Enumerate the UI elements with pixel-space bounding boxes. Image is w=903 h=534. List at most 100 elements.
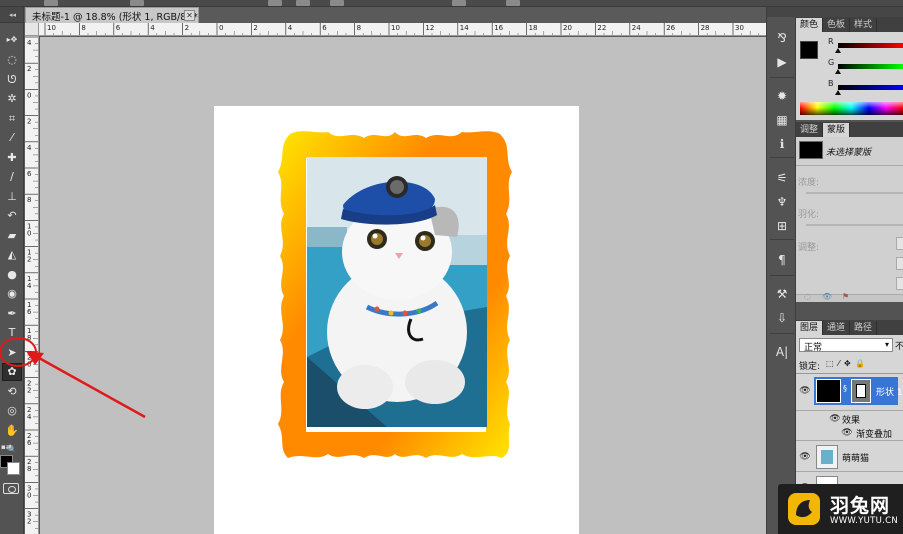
clone-stamp-tool[interactable]: ⊥: [2, 187, 22, 205]
color-tab-0[interactable]: 颜色: [796, 18, 824, 32]
options-bar-button[interactable]: [44, 0, 58, 6]
lock-icons[interactable]: ⬚ ⁄ ✥ 🔒: [826, 359, 866, 368]
document-canvas[interactable]: [214, 106, 579, 534]
watermark-title: 羽兔网: [830, 495, 891, 517]
invert-button[interactable]: [896, 277, 903, 290]
feather-slider[interactable]: [806, 224, 903, 226]
hand-tool[interactable]: ✋: [2, 421, 22, 439]
vector-mask-thumbnail[interactable]: [851, 379, 871, 403]
ruler-origin[interactable]: [25, 23, 39, 36]
blur-tool[interactable]: ●: [2, 265, 22, 283]
clone-source-icon[interactable]: ♆: [773, 193, 791, 211]
cat-photo-layer[interactable]: [307, 157, 487, 427]
navigator-icon[interactable]: ✹: [773, 87, 791, 105]
density-slider[interactable]: [806, 192, 903, 194]
marquee-tool[interactable]: ◌: [2, 51, 22, 69]
ruler-label: 8: [27, 465, 31, 473]
color-tab-1[interactable]: 色板: [823, 18, 851, 32]
document-tab[interactable]: 未标题-1 @ 18.8% (形状 1, RGB/8) * ✕: [25, 7, 199, 23]
3d-orbit-tool[interactable]: ◎: [2, 402, 22, 420]
ruler-label: 4: [27, 413, 32, 421]
layer-shape-1[interactable]: 👁 § 形状 1: [796, 375, 903, 411]
masks-tab-0[interactable]: 调整: [796, 123, 824, 137]
channel-gradient-bar[interactable]: [838, 43, 903, 48]
healing-brush-tool[interactable]: ✚: [2, 148, 22, 166]
gradient-overlay-eye-icon[interactable]: 👁: [841, 427, 853, 439]
color-range-button[interactable]: [896, 257, 903, 270]
move-tool[interactable]: ▸✥: [2, 31, 22, 49]
eye-icon[interactable]: 👁: [799, 385, 811, 397]
dock-grip[interactable]: [767, 7, 797, 17]
channel-slider-knob[interactable]: [835, 48, 841, 53]
actions-icon[interactable]: ▶: [773, 53, 791, 71]
brush-tool[interactable]: ∕: [2, 168, 22, 186]
ruler-label: 4: [150, 24, 155, 32]
3d-rotate-tool[interactable]: ⟲: [2, 382, 22, 400]
paragraph-icon[interactable]: ¶: [773, 251, 791, 269]
channel-gradient-bar[interactable]: [838, 64, 903, 69]
eyedropper-tool[interactable]: ⁄: [2, 129, 22, 147]
options-bar-button[interactable]: [130, 0, 144, 6]
magic-wand-tool[interactable]: ✲: [2, 90, 22, 108]
default-colors-icon[interactable]: ▪⇄: [1, 443, 12, 451]
tools-panel-grip[interactable]: ◂◂: [0, 7, 23, 23]
color-swatches[interactable]: ▪⇄: [0, 443, 22, 479]
mask-edge-button[interactable]: [896, 237, 903, 250]
layers-tab-1[interactable]: 通道: [823, 321, 851, 335]
channel-b-slider[interactable]: B: [796, 78, 903, 98]
layer-effect-gradient-overlay[interactable]: 👁 渐变叠加: [796, 426, 903, 441]
eye-icon[interactable]: 👁: [799, 451, 811, 463]
background-color-swatch[interactable]: [7, 462, 20, 475]
crop-tool[interactable]: ⌗: [2, 109, 22, 127]
3d-panel-icon[interactable]: ⚒: [773, 285, 791, 303]
color-spectrum-bar[interactable]: [800, 102, 903, 115]
channel-label: B: [828, 79, 834, 88]
vertical-ruler[interactable]: 420246810121416182022242628303234: [25, 23, 39, 534]
channel-gradient-bar[interactable]: [838, 85, 903, 90]
view-mask-icon[interactable]: 👁: [822, 292, 832, 301]
color-panel-grip[interactable]: [796, 7, 903, 17]
layer-fill-thumbnail[interactable]: [816, 379, 841, 403]
layers-tab-0[interactable]: 图层: [796, 321, 824, 335]
blend-mode-select[interactable]: 正常 ▾: [799, 338, 893, 353]
ruler-label: 20: [563, 24, 572, 32]
info-icon[interactable]: ℹ: [773, 135, 791, 153]
canvas-workspace[interactable]: [40, 37, 766, 534]
lasso-tool[interactable]: ᘎ: [2, 70, 22, 88]
color-tab-2[interactable]: 样式: [850, 18, 878, 32]
dodge-tool[interactable]: ◉: [2, 285, 22, 303]
close-tab-button[interactable]: ✕: [184, 10, 195, 21]
histogram-icon[interactable]: ▦: [773, 111, 791, 129]
layer-image-thumbnail[interactable]: [816, 445, 838, 469]
channel-slider-knob[interactable]: [835, 69, 841, 74]
options-bar-button[interactable]: [452, 0, 466, 6]
animation-icon[interactable]: ⇩: [773, 309, 791, 327]
channel-g-slider[interactable]: G: [796, 57, 903, 77]
brushes-icon[interactable]: ⚟: [773, 169, 791, 187]
delete-mask-icon[interactable]: ⚑: [842, 292, 849, 301]
pen-tool[interactable]: ✒: [2, 304, 22, 322]
masks-tab-1[interactable]: 蒙版: [823, 123, 851, 137]
history-icon[interactable]: ⅋: [773, 29, 791, 47]
layers-tab-2[interactable]: 路径: [850, 321, 878, 335]
layer-effects-header[interactable]: 👁 效果: [796, 412, 903, 426]
character-icon[interactable]: A|: [773, 343, 791, 361]
photoshop-window: ◂◂ ▸✥ ◌ ᘎ ✲ ⌗ ⁄ ✚ ∕ ⊥ ↶ ▰ ◭ ● ◉ ✒ T ➤ ✿ ⟲ ◎ ✋ 🔍 ▪⇄ 未标题-1 @ 18…: [0, 0, 903, 534]
paint-bucket-tool[interactable]: ◭: [2, 246, 22, 264]
options-bar-button[interactable]: [330, 0, 344, 6]
layer-cat-image[interactable]: 👁 萌萌猫: [796, 442, 903, 472]
channel-slider-knob[interactable]: [835, 90, 841, 95]
effects-eye-icon[interactable]: 👁: [829, 413, 841, 425]
quick-mask-button[interactable]: [3, 483, 19, 494]
eraser-tool[interactable]: ▰: [2, 226, 22, 244]
options-bar-button[interactable]: [506, 0, 520, 6]
load-selection-icon[interactable]: ◌: [804, 292, 811, 301]
channel-r-slider[interactable]: R: [796, 36, 903, 56]
history-brush-tool[interactable]: ↶: [2, 207, 22, 225]
horizontal-ruler[interactable]: 10 8 6 4 2 0 2 4 6 8 10 12 14 16 18 20 22 24 26 28 30: [39, 23, 766, 36]
link-icon[interactable]: §: [843, 384, 847, 393]
3d-rotate-icon: ⟲: [7, 384, 17, 398]
options-bar-button[interactable]: [296, 0, 310, 6]
options-bar-button[interactable]: [268, 0, 282, 6]
tool-presets-icon[interactable]: ⊞: [773, 217, 791, 235]
